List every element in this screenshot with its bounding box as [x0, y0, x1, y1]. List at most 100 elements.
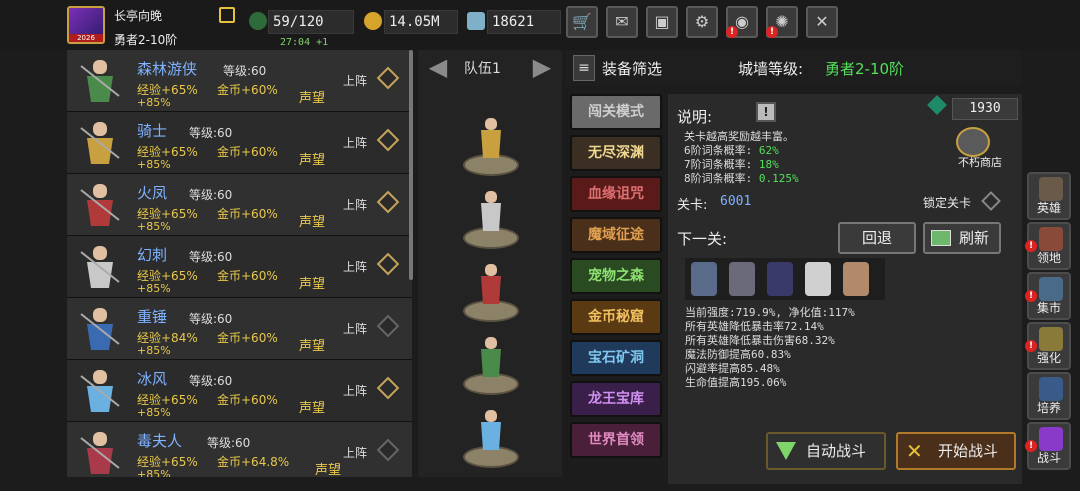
hero-row[interactable]: 幻刺 等级:60 经验+65% 金币+60% +85% 声望 上阵 [67, 236, 412, 298]
player-rank: 勇者2-10阶 [114, 33, 178, 47]
mail-button[interactable]: ✉ [606, 6, 638, 38]
hero-row[interactable]: 冰风 等级:60 经验+65% 金币+60% +85% 声望 上阵 [67, 360, 412, 422]
side-nav-5[interactable]: 战斗! [1025, 422, 1071, 470]
menu-list-icon[interactable]: ≡ [573, 55, 595, 81]
hero-list[interactable]: 森林游侠 等级:60 经验+65% 金币+60% +85% 声望 上阵 骑士 等级:60 经验+6… [67, 50, 412, 477]
help-icon[interactable]: ! [756, 102, 776, 122]
crossed-swords-button[interactable]: ✕ [806, 6, 838, 38]
fireworks-button[interactable]: ✺! [766, 6, 798, 38]
next-team-arrow-icon[interactable]: ▶ [526, 52, 558, 82]
hero-portrait [75, 366, 127, 416]
deploy-toggle[interactable] [376, 128, 400, 152]
stamina-regen-timer: 27:04 +1 [280, 37, 329, 48]
mode-button[interactable]: 金币秘窟 [570, 299, 662, 335]
drop-rate-text: 8阶词条概率: [684, 172, 759, 185]
deploy-toggle[interactable] [376, 314, 400, 338]
team-hero-figure [477, 116, 505, 162]
mode-button[interactable]: 无尽深渊 [570, 135, 662, 171]
hero-deploy-label: 上阵 [343, 446, 368, 460]
hero-level: 等级:60 [189, 188, 233, 202]
team-slot[interactable] [463, 408, 519, 468]
mode-button[interactable]: 世界首领 [570, 422, 662, 458]
lock-stage-label: 锁定关卡 [923, 196, 972, 210]
hero-gold-bonus: 金币+60% [217, 207, 278, 221]
mode-button[interactable]: 宝石矿洞 [570, 340, 662, 376]
edit-name-icon[interactable] [219, 7, 235, 23]
hero-portrait [75, 56, 127, 106]
team-slot[interactable] [463, 189, 519, 249]
mode-button[interactable]: 宠物之森 [570, 258, 662, 294]
modifier-line: 闪避率提高85.48% [685, 362, 780, 375]
side-nav-label: 领地 [1036, 251, 1061, 265]
prev-team-arrow-icon[interactable]: ◀ [422, 52, 454, 82]
team-slot[interactable] [463, 335, 519, 395]
team-slot[interactable] [463, 262, 519, 322]
hero-gold-bonus: 金币+64.8% [217, 455, 290, 469]
refresh-button[interactable]: 刷新 [923, 222, 1001, 254]
gear-button[interactable]: ⚙ [686, 6, 718, 38]
fireworks-icon: ✺ [775, 12, 789, 31]
team-hero-figure [477, 408, 505, 454]
start-battle-button[interactable]: ✕ 开始战斗 [896, 432, 1016, 470]
enemy-icon[interactable] [767, 262, 793, 296]
hero-portrait [75, 118, 127, 168]
side-nav-icon [1039, 177, 1063, 201]
wall-level-value: 勇者2-10阶 [825, 60, 905, 78]
side-nav-2[interactable]: 集市! [1025, 272, 1071, 320]
auto-battle-button[interactable]: 自动战斗 [766, 432, 886, 470]
deploy-toggle[interactable] [376, 252, 400, 276]
team-hero-figure [477, 189, 505, 235]
immortal-shop-icon[interactable] [956, 127, 990, 157]
side-nav-4[interactable]: 培养 [1027, 372, 1071, 420]
hero-deploy-label: 上阵 [343, 260, 368, 274]
hero-row[interactable]: 重锤 等级:60 经验+84% 金币+60% +85% 声望 上阵 [67, 298, 412, 360]
enemy-icon[interactable] [805, 262, 831, 296]
hero-gold-bonus: 金币+60% [217, 269, 278, 283]
lock-stage-checkbox[interactable] [981, 191, 1001, 211]
team-slot[interactable] [463, 116, 519, 176]
immortal-gem-count: 1930 [952, 98, 1018, 120]
team-header: ◀ 队伍1 ▶ [418, 50, 562, 86]
enemy-icon[interactable] [729, 262, 755, 296]
immortal-gem-icon [927, 95, 947, 115]
mode-button[interactable]: 血缘诅咒 [570, 176, 662, 212]
stage-level-label: 关卡: [677, 198, 708, 213]
side-nav-1[interactable]: 领地! [1025, 222, 1071, 270]
hero-portrait [75, 304, 127, 354]
mode-button[interactable]: 龙王宝库 [570, 381, 662, 417]
avatar-level-badge: 2026 [69, 34, 103, 42]
side-nav-3[interactable]: 强化! [1025, 322, 1071, 370]
hero-row[interactable]: 毒夫人 等级:60 经验+65% 金币+64.8% +85% 声望 上阵 [67, 422, 412, 477]
side-nav-label: 强化 [1036, 351, 1061, 365]
mode-button[interactable]: 魔域征途 [570, 217, 662, 253]
hero-row[interactable]: 森林游侠 等级:60 经验+65% 金币+60% +85% 声望 上阵 [67, 50, 412, 112]
hero-row[interactable]: 骑士 等级:60 经验+65% 金币+60% +85% 声望 上阵 [67, 112, 412, 174]
team-hero-figure [477, 335, 505, 381]
hero-fame: 声望 [299, 91, 326, 106]
hero-list-scrollbar[interactable] [409, 50, 413, 280]
enemy-icon[interactable] [691, 262, 717, 296]
modifier-line: 当前强度:719.9%, 净化值:117% [685, 306, 855, 319]
hero-level: 等级:60 [189, 312, 233, 326]
deploy-toggle[interactable] [376, 190, 400, 214]
deploy-toggle[interactable] [376, 66, 400, 90]
gamepad-button[interactable]: ▣ [646, 6, 678, 38]
immortal-shop-label[interactable]: 不朽商店 [958, 154, 1002, 170]
enemy-icon[interactable] [843, 262, 869, 296]
deploy-toggle[interactable] [376, 376, 400, 400]
side-navigation: 英雄 领地! 集市! 强化! 培养 战斗! [1025, 172, 1073, 472]
back-button[interactable]: 回退 [838, 222, 916, 254]
equipment-filter-button[interactable]: 装备筛选 [602, 58, 662, 79]
color-wheel-button[interactable]: ◉! [726, 6, 758, 38]
mode-button[interactable]: 闯关模式 [570, 94, 662, 130]
hero-row[interactable]: 火凤 等级:60 经验+65% 金币+60% +85% 声望 上阵 [67, 174, 412, 236]
flag-icon [776, 442, 796, 460]
hero-name: 骑士 [137, 122, 168, 140]
description-title: 说明: [677, 108, 713, 126]
stage-detail-panel: 说明: ! 1930 不朽商店 关卡越高奖励越丰富。 6阶词条概率: 62% 7阶词… [668, 94, 1022, 484]
hero-extra-bonus: +85% [137, 282, 171, 295]
deploy-toggle[interactable] [376, 438, 400, 462]
side-nav-0[interactable]: 英雄 [1027, 172, 1071, 220]
player-avatar[interactable]: 2026 [67, 6, 105, 44]
shop-cart-button[interactable]: 🛒 [566, 6, 598, 38]
